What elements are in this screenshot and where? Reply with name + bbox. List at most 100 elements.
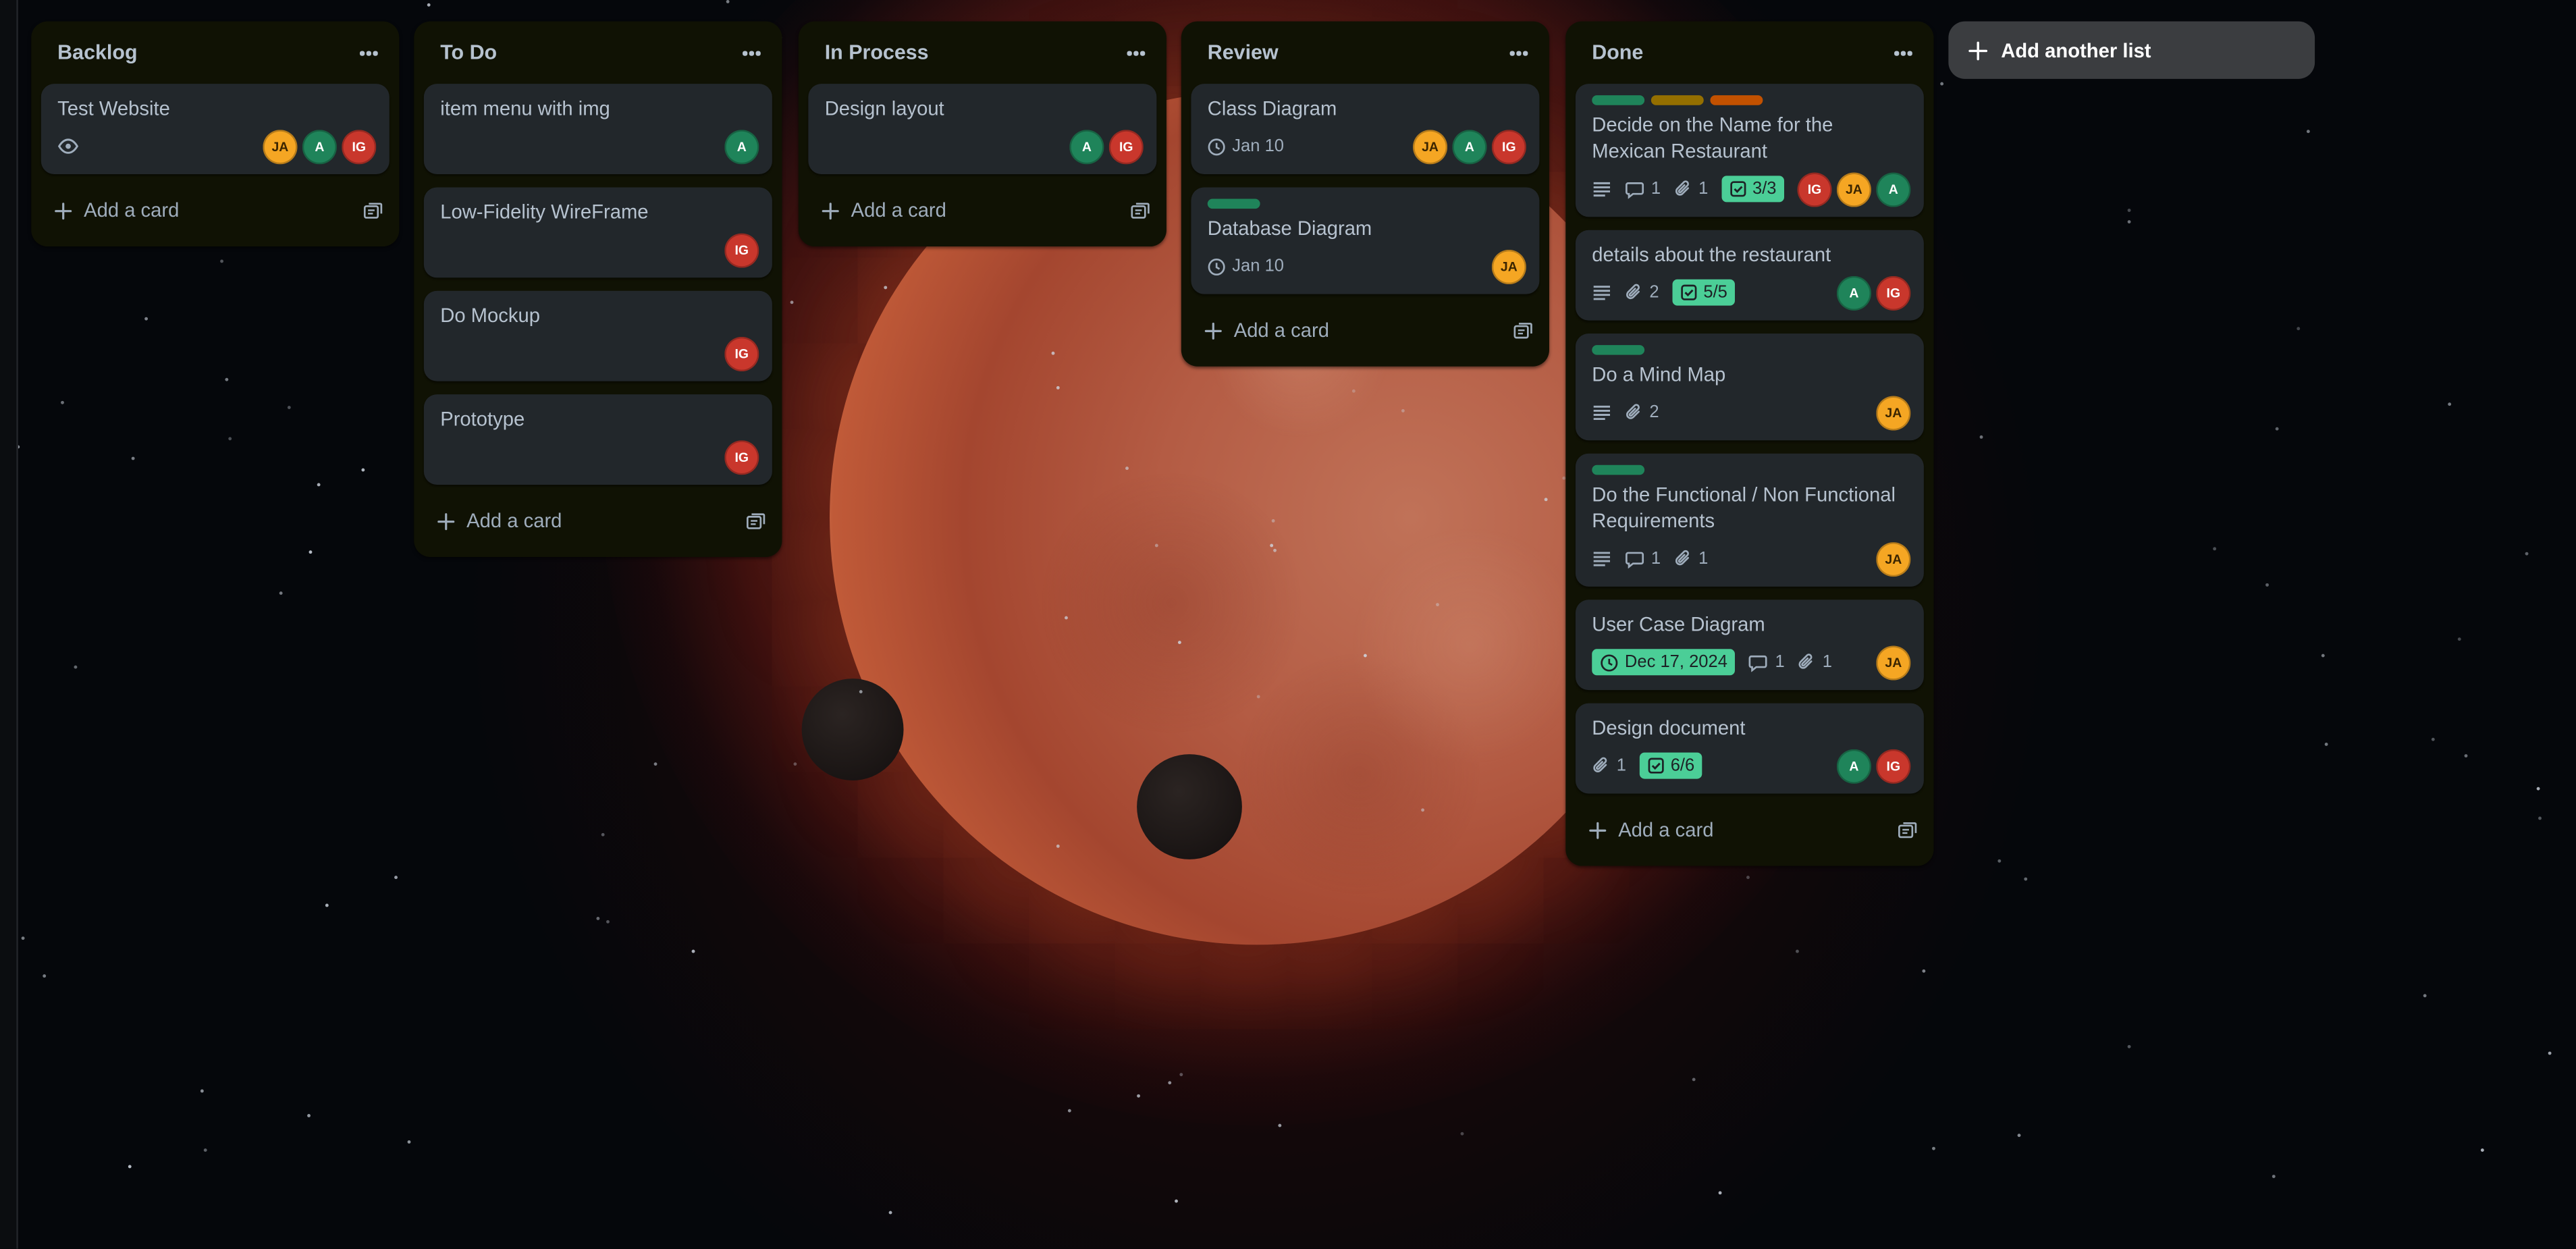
clock-icon — [1600, 653, 1618, 671]
due-date-complete-badge[interactable]: Dec 17, 2024 — [1592, 649, 1736, 676]
card-badges: 1 6/6 — [1592, 752, 1703, 779]
due-date-badge[interactable]: Jan 10 — [1208, 257, 1284, 276]
attachment-count: 1 — [1698, 179, 1709, 199]
card[interactable]: Decide on the Name for the Mexican Resta… — [1575, 84, 1924, 217]
star — [2457, 637, 2461, 641]
avatar[interactable]: A — [724, 129, 759, 164]
star — [200, 1089, 204, 1093]
star — [2324, 743, 2328, 746]
star — [601, 832, 605, 836]
label-green[interactable] — [1207, 198, 1260, 209]
star — [2480, 1148, 2484, 1152]
star — [653, 762, 658, 766]
attachment-count: 1 — [1822, 652, 1832, 672]
card-list: item menu with img A Low-Fidelity WireFram… — [414, 84, 782, 485]
avatar[interactable]: IG — [1797, 171, 1832, 207]
card-list: Class Diagram Jan 10 JA A IG Database Diagram… — [1181, 84, 1549, 294]
add-card-button[interactable]: Add a card — [1181, 304, 1549, 356]
label-yellow[interactable] — [1651, 95, 1704, 105]
star — [1137, 1094, 1140, 1098]
avatar[interactable]: A — [1836, 275, 1871, 310]
card[interactable]: Design layout A IG — [808, 84, 1157, 174]
avatar[interactable]: JA — [1876, 395, 1911, 430]
avatar[interactable]: JA — [1876, 645, 1911, 680]
create-from-template-icon[interactable] — [1898, 821, 1917, 839]
star — [1271, 519, 1275, 523]
avatar[interactable]: JA — [1491, 248, 1526, 284]
star — [2321, 654, 2325, 658]
star — [2306, 130, 2310, 134]
avatar[interactable]: A — [1836, 748, 1871, 783]
avatar[interactable]: IG — [724, 336, 759, 371]
create-from-template-icon[interactable] — [363, 201, 383, 219]
due-date-badge[interactable]: Jan 10 — [1208, 136, 1284, 156]
avatar[interactable]: A — [1452, 129, 1487, 164]
avatar[interactable]: IG — [724, 440, 759, 475]
avatar[interactable]: A — [1876, 171, 1911, 207]
card[interactable]: Do the Functional / Non Functional Requi… — [1575, 453, 1924, 587]
add-card-left: Add a card — [54, 198, 180, 222]
avatar[interactable]: IG — [1876, 748, 1911, 783]
add-card-button[interactable]: Add a card — [414, 495, 782, 548]
list-menu-icon[interactable] — [1503, 38, 1533, 68]
avatar[interactable]: JA — [1836, 171, 1871, 207]
create-from-template-icon[interactable] — [1513, 321, 1532, 340]
avatar[interactable]: IG — [1876, 275, 1911, 310]
add-card-button[interactable]: Add a card — [31, 184, 399, 237]
card[interactable]: Low-Fidelity WireFrame IG — [423, 187, 772, 278]
avatar[interactable]: IG — [342, 129, 377, 164]
add-card-button[interactable]: Add a card — [1565, 803, 1933, 856]
avatar[interactable]: JA — [263, 129, 298, 164]
star — [1932, 1146, 1935, 1150]
card-meta: 1 1 3/3 IG JA A — [1592, 171, 1911, 207]
checklist-icon — [1648, 758, 1664, 774]
avatar[interactable]: A — [1069, 129, 1104, 164]
add-another-list-button[interactable]: Add another list — [1948, 21, 2315, 79]
card[interactable]: item menu with img A — [423, 84, 772, 174]
add-another-list-label: Add another list — [2001, 38, 2151, 62]
card[interactable]: Do Mockup IG — [423, 290, 772, 381]
star — [790, 300, 794, 304]
avatar[interactable]: IG — [1491, 129, 1526, 164]
star — [1940, 82, 1944, 86]
create-from-template-icon[interactable] — [1130, 201, 1150, 219]
card[interactable]: User Case Diagram Dec 17, 2024 1 1 JA — [1575, 600, 1924, 691]
card[interactable]: details about the restaurant 2 5/5 A IG — [1575, 230, 1924, 321]
list-menu-icon[interactable] — [1121, 38, 1150, 68]
star — [1718, 1191, 1722, 1195]
star — [361, 468, 365, 472]
card[interactable]: Test Website JA A IG — [41, 84, 390, 174]
list-header: Backlog — [31, 22, 399, 84]
card[interactable]: Design document 1 6/6 A IG — [1575, 703, 1924, 794]
avatar[interactable]: IG — [724, 232, 759, 267]
list-menu-icon[interactable] — [353, 38, 383, 68]
list-menu-icon[interactable] — [1887, 38, 1917, 68]
card-title: Prototype — [440, 407, 525, 431]
card-members: IG — [724, 336, 759, 371]
card-title: Test Website — [57, 97, 170, 120]
card[interactable]: Database Diagram Jan 10 JA — [1191, 187, 1540, 294]
label-orange[interactable] — [1710, 95, 1763, 105]
card[interactable]: Class Diagram Jan 10 JA A IG — [1191, 84, 1540, 174]
checklist-icon — [1680, 284, 1697, 300]
avatar[interactable]: A — [302, 129, 337, 164]
list-backlog: Backlog Test Website JA A IG Add a card — [31, 21, 400, 247]
star — [287, 406, 291, 409]
add-card-button[interactable]: Add a card — [799, 184, 1166, 237]
create-from-template-icon[interactable] — [746, 512, 766, 530]
card[interactable]: Do a Mind Map 2 JA — [1575, 334, 1924, 441]
card-meta: 2 JA — [1592, 394, 1911, 431]
label-green[interactable] — [1592, 464, 1645, 475]
label-green[interactable] — [1592, 345, 1645, 355]
comment-count: 1 — [1775, 652, 1785, 672]
attachment-count: 2 — [1649, 282, 1659, 302]
plus-icon — [1204, 321, 1223, 340]
list-menu-icon[interactable] — [736, 38, 766, 68]
checklist-count: 5/5 — [1703, 282, 1727, 302]
card[interactable]: Prototype IG — [423, 394, 772, 485]
avatar[interactable]: JA — [1412, 129, 1448, 164]
label-green[interactable] — [1592, 95, 1645, 105]
avatar[interactable]: JA — [1876, 541, 1911, 577]
add-card-label: Add a card — [84, 198, 180, 222]
avatar[interactable]: IG — [1108, 129, 1144, 164]
